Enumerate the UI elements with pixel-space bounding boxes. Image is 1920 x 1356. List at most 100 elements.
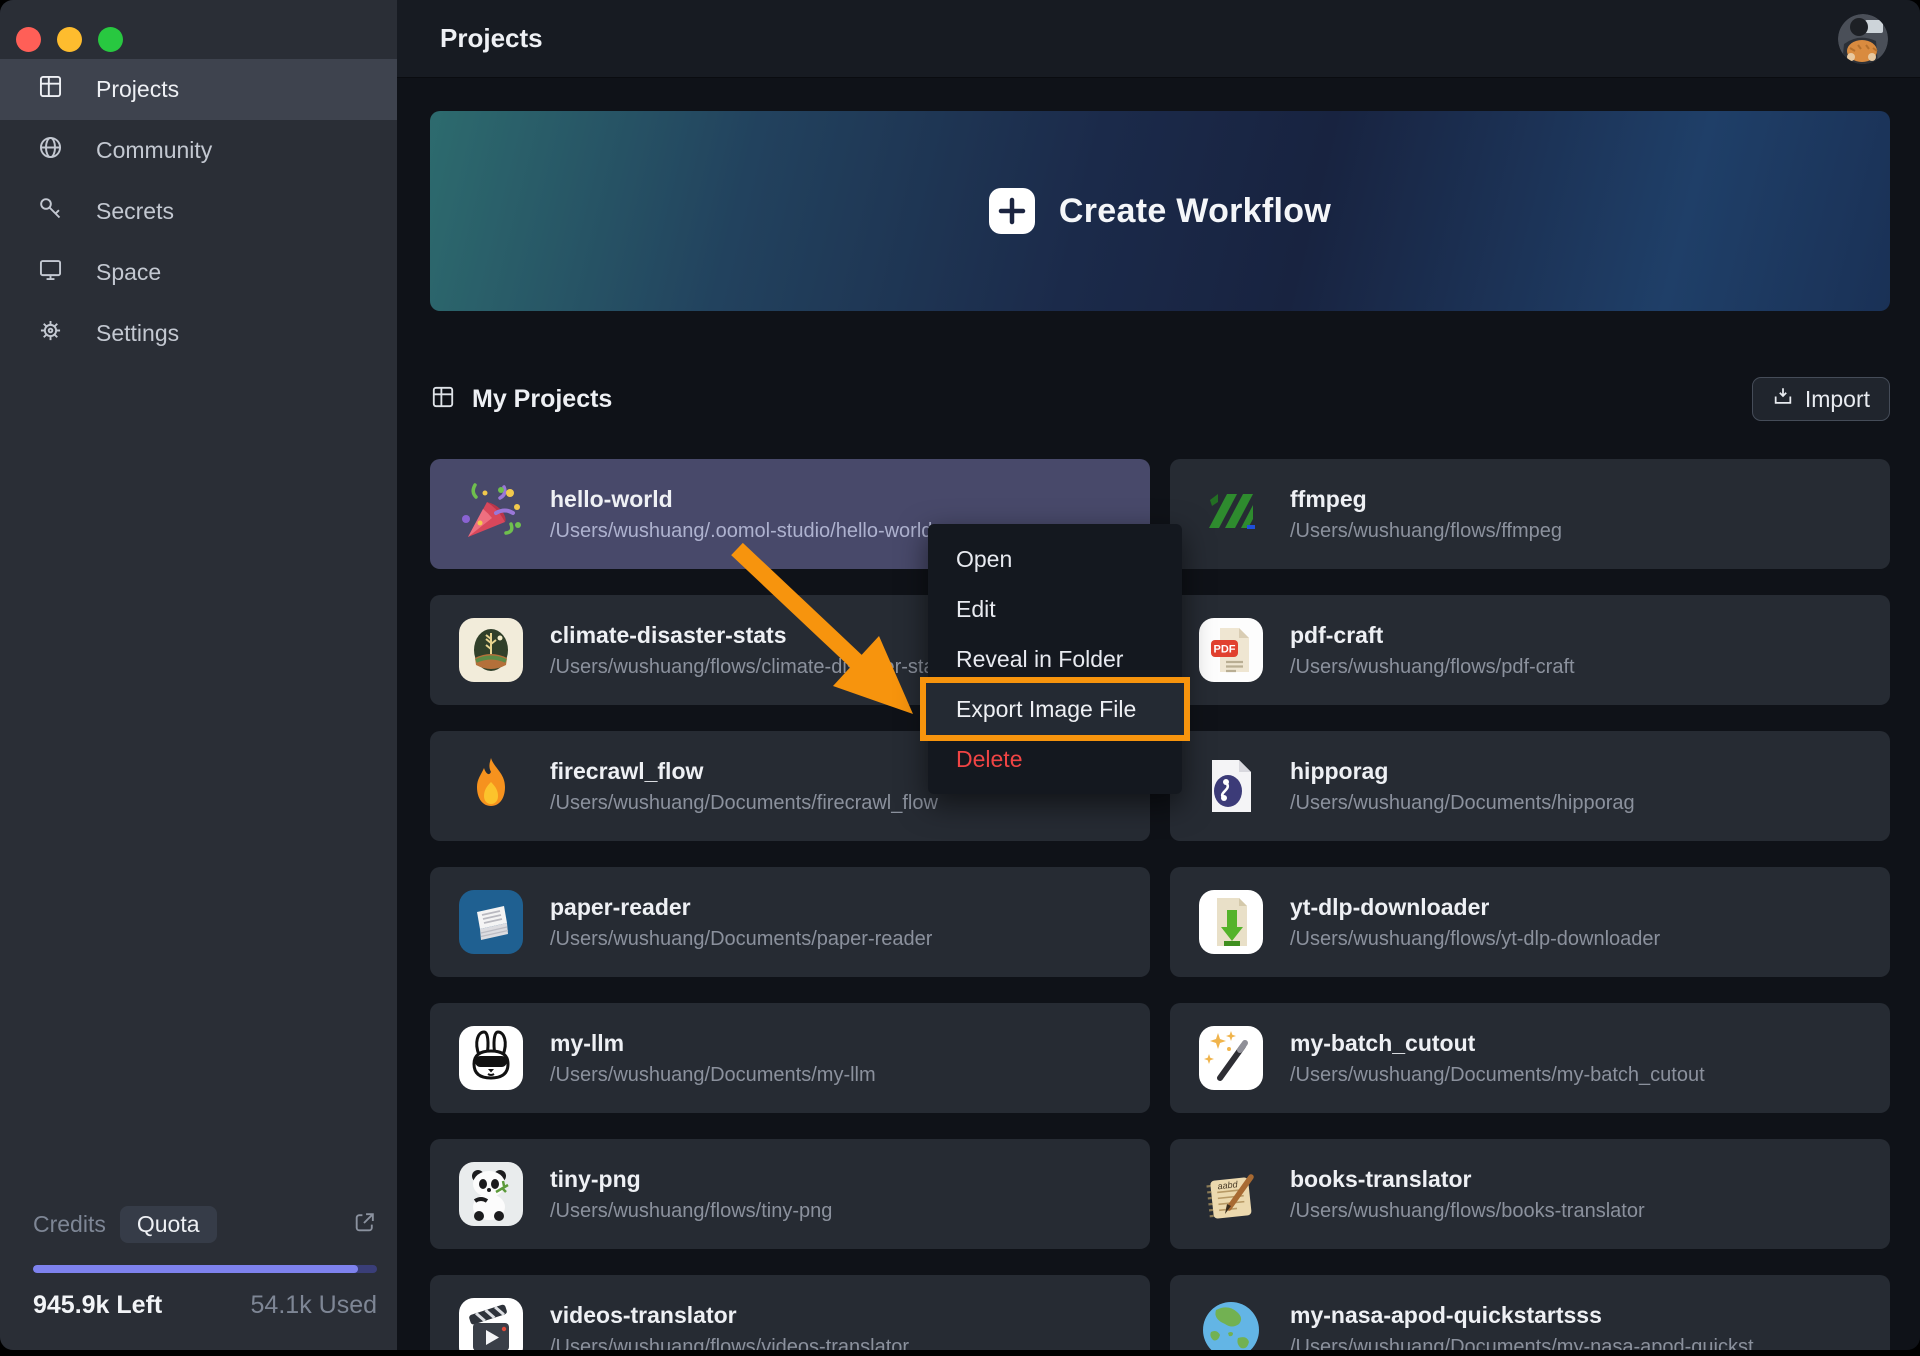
credits-used-value: 54.1k Used — [251, 1291, 377, 1320]
project-name: my-batch_cutout — [1290, 1030, 1705, 1057]
sidebar: Projects Community Secrets Space Settings Cr… — [0, 0, 397, 1350]
context-menu: OpenEditReveal in FolderExport Image Fil… — [928, 524, 1182, 794]
sidebar-item-secrets[interactable]: Secrets — [0, 181, 397, 242]
export-highlight-box[interactable]: Export Image File — [920, 677, 1190, 741]
credits-progress-bar — [33, 1265, 377, 1273]
notebook-pen-icon: aabd — [1198, 1161, 1264, 1227]
sidebar-item-label: Community — [96, 137, 212, 164]
party-popper-icon — [458, 481, 524, 547]
project-name: paper-reader — [550, 894, 932, 921]
sidebar-item-space[interactable]: Space — [0, 242, 397, 303]
app-window: Projects Community Secrets Space Settings Cr… — [0, 0, 1920, 1350]
project-path: /Users/wushuang/.oomol-studio/hello-worl… — [550, 520, 932, 543]
project-path: /Users/wushuang/Documents/hipporag — [1290, 792, 1635, 815]
my-projects-header: My Projects Import — [430, 377, 1890, 421]
avatar[interactable] — [1838, 14, 1888, 64]
import-label: Import — [1805, 386, 1870, 413]
grid-icon — [37, 73, 64, 106]
create-workflow-label: Create Workflow — [1059, 192, 1331, 231]
sidebar-item-settings[interactable]: Settings — [0, 303, 397, 364]
sidebar-item-label: Projects — [96, 76, 179, 103]
project-path: /Users/wushuang/flows/yt-dlp-downloader — [1290, 928, 1660, 951]
svg-text:PDF: PDF — [1214, 644, 1236, 656]
project-card-tiny-png[interactable]: tiny-png/Users/wushuang/flows/tiny-png — [430, 1139, 1150, 1249]
section-title: My Projects — [472, 385, 612, 414]
monitor-icon — [37, 256, 64, 289]
grid-icon — [430, 384, 456, 415]
credits-left-value: 945.9k Left — [33, 1291, 162, 1320]
quota-tab[interactable]: Quota — [120, 1206, 217, 1243]
project-path: /Users/wushuang/Documents/paper-reader — [550, 928, 932, 951]
project-name: hipporag — [1290, 758, 1635, 785]
flame-icon — [458, 753, 524, 819]
project-card-my-llm[interactable]: my-llm/Users/wushuang/Documents/my-llm — [430, 1003, 1150, 1113]
project-path: /Users/wushuang/flows/tiny-png — [550, 1200, 832, 1223]
project-name: yt-dlp-downloader — [1290, 894, 1660, 921]
project-path: /Users/wushuang/flows/books-translator — [1290, 1200, 1645, 1223]
project-name: ffmpeg — [1290, 486, 1562, 513]
project-card-yt-dlp-downloader[interactable]: yt-dlp-downloader/Users/wushuang/flows/y… — [1170, 867, 1890, 977]
plus-icon — [989, 188, 1035, 234]
ffmpeg-icon — [1198, 481, 1264, 547]
project-path: /Users/wushuang/Documents/my-llm — [550, 1064, 876, 1087]
clapperboard-icon — [458, 1297, 524, 1350]
titlebar: Projects — [397, 0, 1920, 78]
project-name: hello-world — [550, 486, 932, 513]
menu-item-export-image-file[interactable]: Export Image File — [928, 684, 1182, 734]
sidebar-item-projects[interactable]: Projects — [0, 59, 397, 120]
globe-icon — [37, 134, 64, 167]
sidebar-nav: Projects Community Secrets Space Settings — [0, 59, 397, 364]
close-button[interactable] — [16, 27, 41, 52]
project-card-videos-translator[interactable]: videos-translator/Users/wushuang/flows/v… — [430, 1275, 1150, 1350]
key-icon — [37, 195, 64, 228]
project-card-hipporag[interactable]: hipporag/Users/wushuang/Documents/hippor… — [1170, 731, 1890, 841]
sidebar-item-community[interactable]: Community — [0, 120, 397, 181]
sidebar-item-label: Secrets — [96, 198, 174, 225]
project-path: /Users/wushuang/flows/pdf-craft — [1290, 656, 1575, 679]
project-path: /Users/wushuang/flows/ffmpeg — [1290, 520, 1562, 543]
magic-wand-icon — [1198, 1025, 1264, 1091]
project-path: /Users/wushuang/Documents/my-nasa-apod-q… — [1290, 1336, 1770, 1351]
pdf-doc-icon: PDF — [1198, 617, 1264, 683]
menu-item-open[interactable]: Open — [928, 534, 1182, 584]
panda-icon — [458, 1161, 524, 1227]
project-name: tiny-png — [550, 1166, 832, 1193]
project-name: pdf-craft — [1290, 622, 1575, 649]
sidebar-item-label: Space — [96, 259, 161, 286]
project-card-pdf-craft[interactable]: PDF pdf-craft/Users/wushuang/flows/pdf-cr… — [1170, 595, 1890, 705]
project-path: /Users/wushuang/flows/videos-translator — [550, 1336, 909, 1351]
project-name: videos-translator — [550, 1302, 909, 1329]
climate-badge-icon — [458, 617, 524, 683]
menu-item-delete[interactable]: Delete — [928, 734, 1182, 784]
import-button[interactable]: Import — [1752, 377, 1890, 421]
project-name: books-translator — [1290, 1166, 1645, 1193]
project-path: /Users/wushuang/Documents/firecrawl_flow — [550, 792, 938, 815]
menu-item-edit[interactable]: Edit — [928, 584, 1182, 634]
import-tray-icon — [1772, 385, 1794, 413]
external-link-icon[interactable] — [352, 1210, 377, 1240]
project-card-paper-reader[interactable]: paper-reader/Users/wushuang/Documents/pa… — [430, 867, 1150, 977]
project-card-books-translator[interactable]: aabd books-translator/Users/wushuang/flow… — [1170, 1139, 1890, 1249]
download-doc-icon — [1198, 889, 1264, 955]
project-name: firecrawl_flow — [550, 758, 938, 785]
credits-panel: Credits Quota 945.9k Left 54.1k Used — [33, 1206, 377, 1320]
minimize-button[interactable] — [57, 27, 82, 52]
project-card-ffmpeg[interactable]: ffmpeg/Users/wushuang/flows/ffmpeg — [1170, 459, 1890, 569]
project-card-my-batch_cutout[interactable]: my-batch_cutout/Users/wushuang/Documents… — [1170, 1003, 1890, 1113]
paper-stack-icon — [458, 889, 524, 955]
graph-doc-icon — [1198, 753, 1264, 819]
project-name: my-nasa-apod-quickstartsss — [1290, 1302, 1770, 1329]
project-path: /Users/wushuang/Documents/my-batch_cutou… — [1290, 1064, 1705, 1087]
earth-icon — [1198, 1297, 1264, 1350]
project-name: climate-disaster-stats — [550, 622, 950, 649]
rabbit-icon — [458, 1025, 524, 1091]
create-workflow-banner[interactable]: Create Workflow — [430, 111, 1890, 311]
zoom-button[interactable] — [98, 27, 123, 52]
project-card-my-nasa-apod-quickstartsss[interactable]: my-nasa-apod-quickstartsss/Users/wushuan… — [1170, 1275, 1890, 1350]
project-name: my-llm — [550, 1030, 876, 1057]
sidebar-item-label: Settings — [96, 320, 179, 347]
credits-tab[interactable]: Credits — [33, 1211, 106, 1238]
page-title: Projects — [440, 23, 543, 54]
window-controls — [0, 0, 397, 51]
project-path: /Users/wushuang/flows/climate-disaster-s… — [550, 656, 950, 679]
